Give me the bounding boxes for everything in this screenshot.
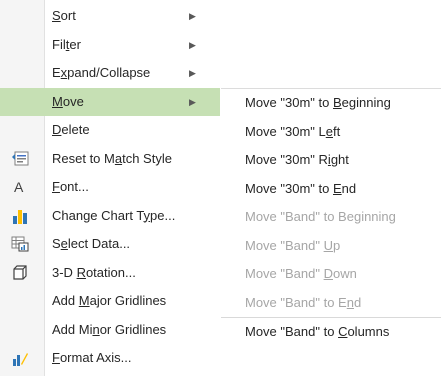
menu-item-select-data[interactable]: Select Data... bbox=[0, 230, 220, 259]
menu-item-label: Add Minor Gridlines bbox=[52, 321, 167, 337]
3d-rotation-icon bbox=[13, 264, 27, 280]
submenu-item-move-band-to-end: Move "Band" to End bbox=[245, 294, 362, 310]
menu-item-label: Delete bbox=[52, 122, 90, 137]
submenu-item-move-30m-right[interactable]: Move "30m" Right bbox=[221, 146, 441, 175]
menu-item-change-chart-type[interactable]: Change Chart Type... bbox=[0, 202, 220, 231]
submenu-item-move-30m-to-end[interactable]: Move "30m" to End bbox=[221, 175, 441, 204]
menu-item-expand-collapse[interactable]: Expand/Collapse ▶ bbox=[0, 59, 220, 88]
submenu-item-move-30m-left[interactable]: Move "30m" Left bbox=[221, 118, 441, 147]
menu-item-3d-rotation[interactable]: 3-D Rotation... bbox=[0, 259, 220, 288]
menu-item-label: Select Data... bbox=[52, 236, 131, 251]
chart-type-icon bbox=[13, 209, 27, 224]
context-menu: Sort ▶ Filter ▶ Expand/Collapse ▶ Move ▶… bbox=[0, 0, 443, 376]
menu-item-sort[interactable]: Sort ▶ bbox=[0, 2, 220, 31]
menu-item-label: Change Chart Type... bbox=[52, 207, 176, 223]
menu-item-reset-to-match-style[interactable]: Reset to Match Style bbox=[0, 145, 220, 174]
menu-item-label: Font... bbox=[52, 179, 89, 194]
menu-item-label: Format Axis... bbox=[52, 350, 132, 365]
main-menu: Sort ▶ Filter ▶ Expand/Collapse ▶ Move ▶… bbox=[0, 2, 220, 373]
reset-style-icon bbox=[12, 151, 29, 165]
menu-item-label: Reset to Match Style bbox=[52, 150, 172, 166]
menu-item-add-major-gridlines[interactable]: Add Major Gridlines bbox=[0, 287, 220, 316]
menu-item-format-axis[interactable]: Format Axis... bbox=[0, 344, 220, 373]
menu-item-label: Add Major Gridlines bbox=[52, 293, 167, 308]
submenu-item-move-30m-to-beginning[interactable]: Move "30m" to Beginning bbox=[221, 89, 441, 118]
move-submenu: Move "30m" to Beginning Move "30m" Left … bbox=[221, 88, 441, 349]
submenu-arrow-icon: ▶ bbox=[189, 11, 196, 21]
font-icon: A bbox=[14, 179, 24, 195]
menu-item-delete[interactable]: Delete bbox=[0, 116, 220, 145]
submenu-item-move-band-to-beginning: Move "Band" to Beginning bbox=[245, 209, 396, 224]
svg-text:A: A bbox=[14, 179, 24, 195]
menu-item-label: Expand/Collapse bbox=[52, 65, 151, 80]
submenu-arrow-icon: ▶ bbox=[189, 68, 196, 78]
submenu-item-move-band-up: Move "Band" Up bbox=[245, 237, 341, 253]
menu-item-filter[interactable]: Filter ▶ bbox=[0, 31, 220, 60]
menu-item-label: Move bbox=[52, 93, 84, 109]
submenu-item-move-band-to-columns[interactable]: Move "Band" to Columns bbox=[221, 318, 441, 347]
format-axis-icon bbox=[13, 353, 28, 366]
submenu-arrow-icon: ▶ bbox=[189, 39, 196, 50]
menu-item-label: 3-D Rotation... bbox=[52, 264, 136, 280]
menu-item-label: Filter bbox=[52, 36, 81, 52]
menu-item-move[interactable]: Move ▶ bbox=[0, 87, 220, 116]
select-data-icon bbox=[11, 236, 29, 252]
menu-item-label: Sort bbox=[52, 8, 76, 23]
menu-item-font[interactable]: A Font... bbox=[0, 173, 220, 202]
menu-item-add-minor-gridlines[interactable]: Add Minor Gridlines bbox=[0, 316, 220, 345]
submenu-item-move-band-down: Move "Band" Down bbox=[245, 266, 357, 281]
submenu-arrow-icon: ▶ bbox=[189, 96, 196, 107]
